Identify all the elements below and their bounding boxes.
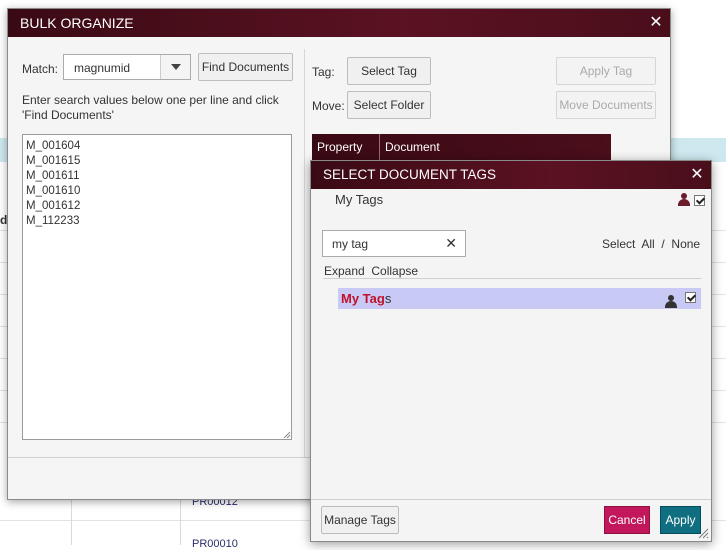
select-none-link[interactable]: None (671, 237, 700, 251)
collapse-link[interactable]: Collapse (371, 264, 418, 278)
person-icon (677, 193, 691, 207)
column-header-document[interactable]: Document (380, 134, 580, 160)
person-icon (664, 295, 678, 309)
tag-search-box: ✕ (322, 230, 466, 257)
select-document-tags-dialog: SELECT DOCUMENT TAGS ✕ My Tags ✕ Select … (310, 160, 712, 542)
tree-divider (323, 278, 701, 279)
tag-tree-item-my-tags[interactable]: My Tags (338, 288, 701, 309)
search-values-textarea[interactable]: M_001604 M_001615 M_001611 M_001610 M_00… (22, 134, 292, 440)
bulk-organize-title: BULK ORGANIZE (20, 15, 134, 31)
tag-item-checkbox[interactable] (685, 292, 696, 303)
tag-item-match: My Tag (341, 291, 385, 306)
separator-slash: / (661, 237, 665, 251)
move-documents-button[interactable]: Move Documents (556, 91, 656, 119)
select-all-link[interactable]: All (641, 237, 654, 251)
select-folder-button[interactable]: Select Folder (347, 91, 431, 119)
pane-divider (304, 49, 305, 457)
search-instructions: Enter search values below one per line a… (22, 93, 279, 122)
tag-label: Tag: (312, 65, 335, 79)
resize-grip-icon[interactable] (697, 527, 709, 539)
select-label: Select (602, 237, 636, 251)
clear-icon[interactable]: ✕ (445, 235, 457, 251)
resize-grip-icon[interactable] (283, 431, 291, 439)
my-tags-section-label: My Tags (335, 192, 384, 207)
move-label: Move: (312, 99, 345, 113)
column-header-property[interactable]: Property (312, 134, 379, 160)
select-all-none: Select All / None (602, 237, 700, 251)
expand-collapse: Expand Collapse (324, 264, 418, 278)
match-select[interactable]: magnumid (63, 54, 191, 80)
close-icon[interactable]: ✕ (689, 161, 705, 189)
bulk-organize-titlebar[interactable]: BULK ORGANIZE ✕ (8, 9, 670, 37)
expand-link[interactable]: Expand (324, 264, 365, 278)
find-documents-button[interactable]: Find Documents (198, 53, 293, 81)
results-table-header: Property Document (312, 134, 611, 160)
select-tag-button[interactable]: Select Tag (347, 57, 431, 85)
tag-item-label: My Tags (341, 291, 391, 306)
match-select-value: magnumid (74, 61, 131, 75)
tag-item-rest: s (384, 291, 392, 306)
close-icon[interactable]: ✕ (648, 9, 664, 37)
apply-button[interactable]: Apply (660, 506, 701, 534)
apply-tag-button[interactable]: Apply Tag (556, 57, 656, 85)
match-label: Match: (22, 62, 59, 76)
tags-dialog-titlebar[interactable]: SELECT DOCUMENT TAGS ✕ (311, 161, 711, 189)
tag-search-input[interactable] (323, 231, 441, 256)
background-cell: PR00010 (192, 538, 238, 550)
tags-dialog-title: SELECT DOCUMENT TAGS (323, 167, 497, 182)
dropdown-arrow-icon[interactable] (160, 55, 190, 79)
manage-tags-button[interactable]: Manage Tags (321, 506, 399, 534)
checkbox-icon[interactable] (694, 195, 705, 206)
cancel-button[interactable]: Cancel (604, 506, 650, 534)
tags-footer-divider (311, 499, 711, 500)
